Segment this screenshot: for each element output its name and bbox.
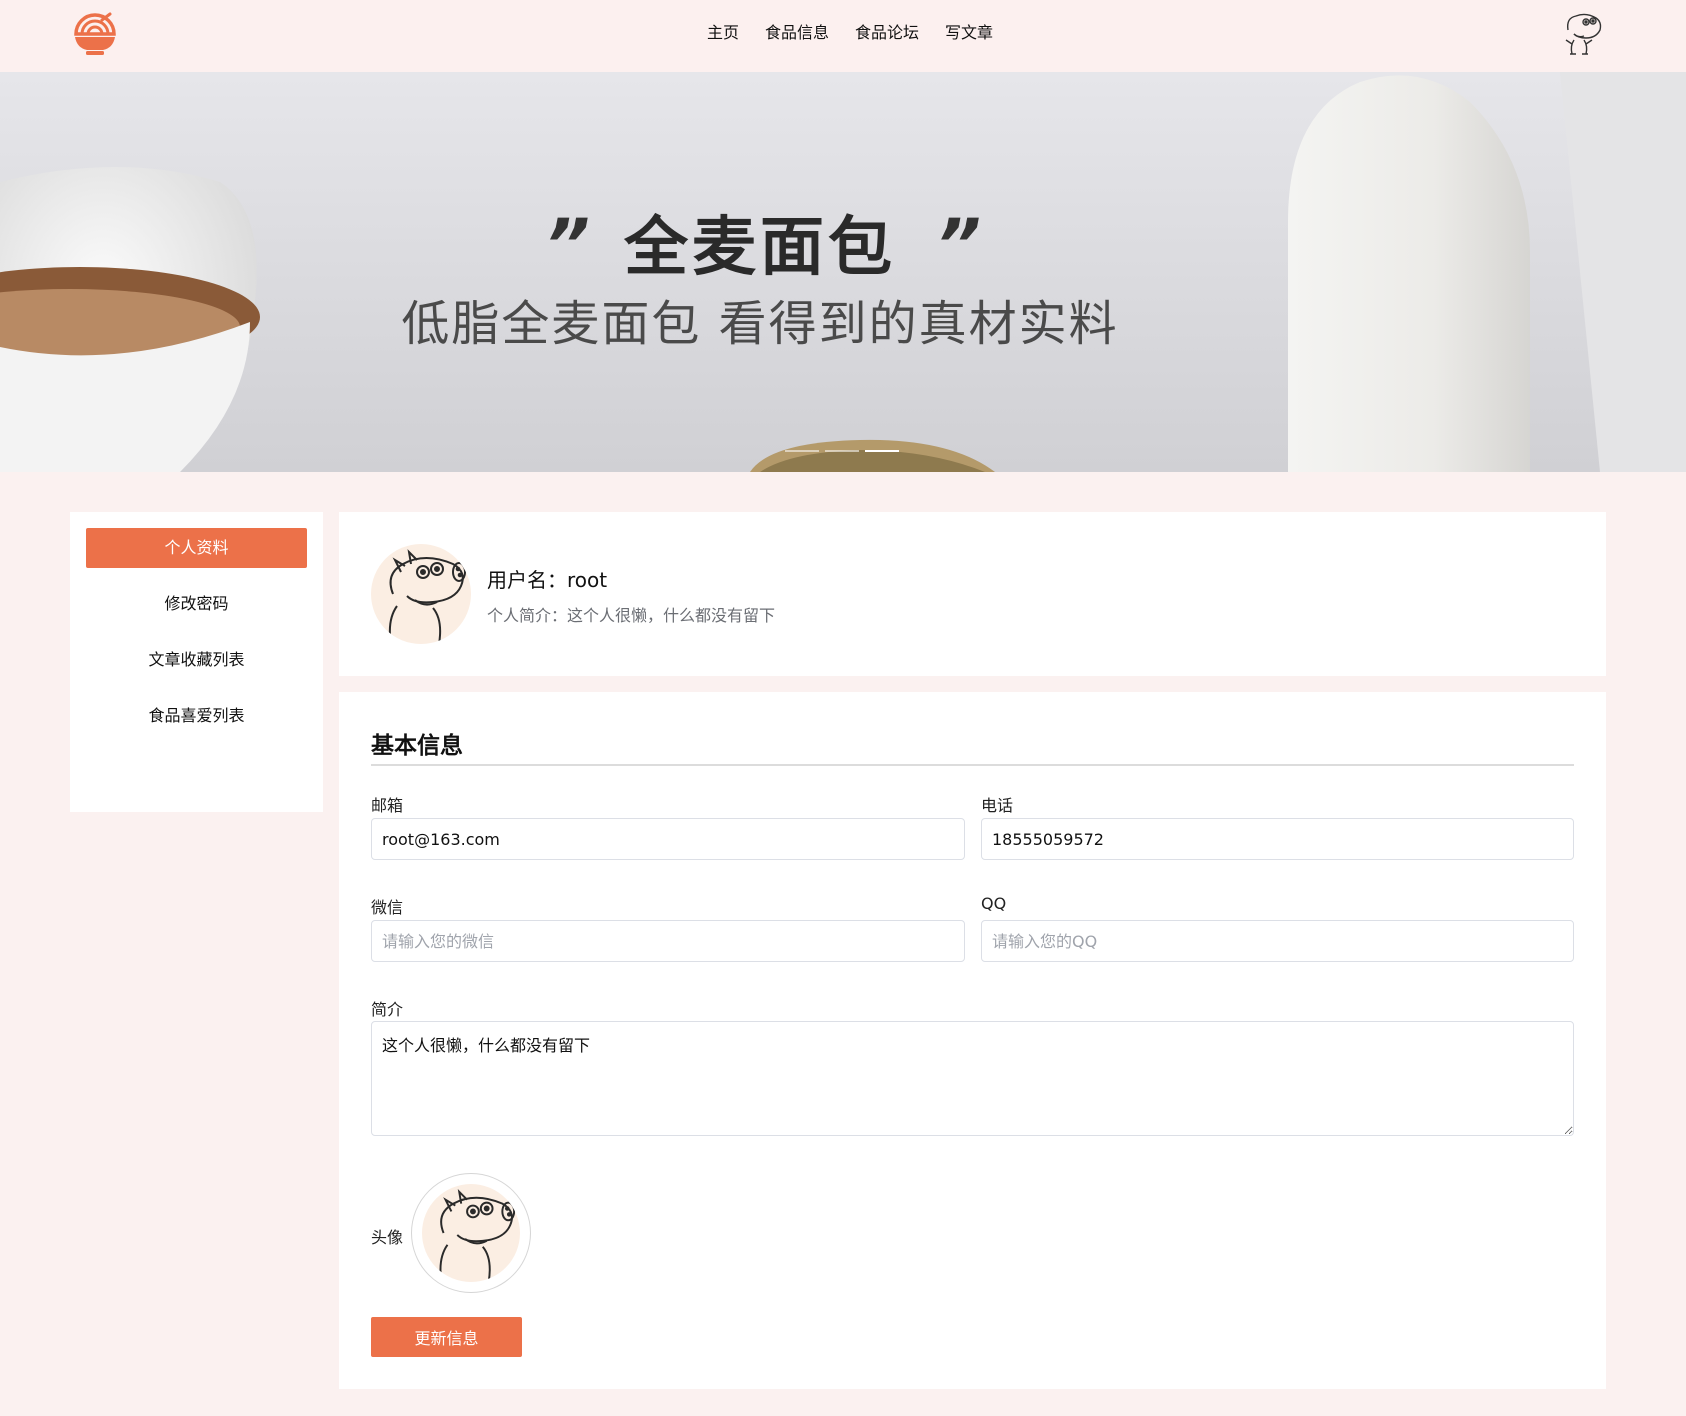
carousel-indicators <box>785 450 899 452</box>
section-divider <box>371 764 1574 766</box>
profile-sidebar: 个人资料 修改密码 文章收藏列表 食品喜爱列表 <box>70 512 323 812</box>
nav-food-info[interactable]: 食品信息 <box>765 21 829 45</box>
section-title: 基本信息 <box>371 733 463 759</box>
profile-avatar <box>371 544 471 644</box>
banner-subtitle: 低脂全麦面包 看得到的真材实料 <box>401 296 1119 352</box>
sidebar-item-article-favorites[interactable]: 文章收藏列表 <box>86 640 307 680</box>
basic-info-form: 基本信息 邮箱 电话 微信 QQ 简介 这个人很懒，什么都没有留下 头像 <box>339 692 1606 1389</box>
nav-write-article[interactable]: 写文章 <box>945 21 993 45</box>
profile-bio: 个人简介：这个人很懒，什么都没有留下 <box>487 606 776 625</box>
email-label: 邮箱 <box>371 796 404 815</box>
main-nav: 主页 食品信息 食品论坛 写文章 <box>0 0 1686 72</box>
peppa-avatar-icon <box>388 549 466 644</box>
phone-field[interactable] <box>981 818 1574 860</box>
sidebar-item-change-password[interactable]: 修改密码 <box>86 584 307 624</box>
hero-carousel[interactable]: ” 全麦面包” 低脂全麦面包 看得到的真材实料 <box>0 72 1686 472</box>
top-navbar: 主页 食品信息 食品论坛 写文章 <box>0 0 1686 72</box>
profile-summary-card: 用户名：root 个人简介：这个人很懒，什么都没有留下 <box>339 512 1606 676</box>
profile-username: 用户名：root <box>487 568 608 592</box>
carousel-dot-2[interactable] <box>825 450 859 452</box>
wechat-field[interactable] <box>371 920 965 962</box>
avatar-preview <box>422 1184 520 1282</box>
phone-label: 电话 <box>981 796 1014 815</box>
sidebar-item-food-favorites[interactable]: 食品喜爱列表 <box>86 696 307 736</box>
banner-title: ” 全麦面包” <box>544 204 981 286</box>
update-info-button[interactable]: 更新信息 <box>371 1317 522 1357</box>
email-field[interactable] <box>371 818 965 860</box>
user-avatar-icon[interactable] <box>1560 8 1606 58</box>
qq-label: QQ <box>981 894 1007 913</box>
qq-field[interactable] <box>981 920 1574 962</box>
peppa-avatar-icon <box>439 1188 516 1282</box>
carousel-dot-1[interactable] <box>785 450 819 452</box>
wechat-label: 微信 <box>371 898 404 917</box>
nav-home[interactable]: 主页 <box>707 21 739 45</box>
bio-label: 简介 <box>371 1000 404 1019</box>
sidebar-item-profile[interactable]: 个人资料 <box>86 528 307 568</box>
carousel-dot-3[interactable] <box>865 450 899 452</box>
avatar-uploader[interactable] <box>411 1173 531 1293</box>
nav-food-forum[interactable]: 食品论坛 <box>855 21 919 45</box>
avatar-label: 头像 <box>371 1228 404 1247</box>
bio-textarea[interactable]: 这个人很懒，什么都没有留下 <box>371 1021 1574 1136</box>
